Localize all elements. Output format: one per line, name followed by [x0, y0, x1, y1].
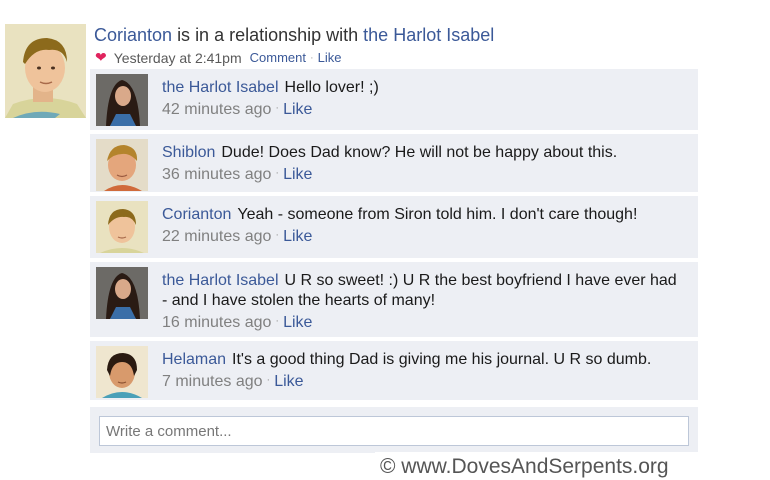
comment-item: Corianton Yeah - someone from Siron told …: [90, 196, 698, 259]
avatar-harlot-isabel[interactable]: [96, 267, 148, 319]
comment-author[interactable]: the Harlot Isabel: [162, 79, 279, 96]
avatar-harlot-isabel[interactable]: [96, 74, 148, 126]
comment-text: Yeah - someone from Siron told him. I do…: [237, 206, 638, 223]
comment-link[interactable]: Comment: [250, 50, 306, 65]
status-line: Corianton is in a relationship with the …: [94, 25, 694, 46]
comment-time: 36 minutes ago: [162, 166, 272, 183]
comment-list: the Harlot Isabel Hello lover! ;) 42 minu…: [90, 69, 698, 404]
separator-dot: ·: [275, 167, 280, 179]
write-comment-area: [90, 407, 698, 453]
status-text: is in a relationship with: [177, 25, 359, 45]
comment-time: 7 minutes ago: [162, 373, 263, 390]
post-meta: ❤ Yesterday at 2:41pm Comment · Like: [94, 49, 694, 66]
comment-like-link[interactable]: Like: [283, 228, 312, 245]
comment-time: 22 minutes ago: [162, 228, 272, 245]
comment-item: Shiblon Dude! Does Dad know? He will not …: [90, 134, 698, 193]
heart-icon: ❤: [95, 49, 107, 65]
partner-link[interactable]: the Harlot Isabel: [363, 25, 494, 45]
comment-input[interactable]: [99, 416, 689, 446]
separator-dot: ·: [275, 102, 280, 114]
profile-avatar-corianton[interactable]: [5, 24, 86, 118]
separator-dot: ·: [266, 374, 271, 386]
comment-time: 42 minutes ago: [162, 101, 272, 118]
separator-dot: ·: [310, 51, 314, 64]
watermark: © www.DovesAndSerpents.org: [375, 452, 698, 480]
comment-text: It's a good thing Dad is giving me his j…: [232, 351, 652, 368]
comment-author[interactable]: the Harlot Isabel: [162, 272, 279, 289]
comment-like-link[interactable]: Like: [283, 101, 312, 118]
post-header: Corianton is in a relationship with the …: [94, 25, 694, 66]
comment-text: Hello lover! ;): [284, 79, 379, 96]
like-link[interactable]: Like: [318, 50, 342, 65]
avatar-shiblon[interactable]: [96, 139, 148, 191]
comment-text: Dude! Does Dad know? He will not be happ…: [221, 144, 618, 161]
post-timestamp: Yesterday at 2:41pm: [113, 49, 242, 66]
comment-like-link[interactable]: Like: [283, 314, 312, 331]
comment-time: 16 minutes ago: [162, 314, 272, 331]
comment-item: Helaman It's a good thing Dad is giving m…: [90, 341, 698, 401]
separator-dot: ·: [275, 229, 280, 241]
watermark-text: © www.DovesAndSerpents.org: [380, 455, 669, 478]
author-link[interactable]: Corianton: [94, 25, 172, 45]
comment-item: the Harlot Isabel U R so sweet! :) U R th…: [90, 262, 698, 338]
comment-like-link[interactable]: Like: [274, 373, 303, 390]
comment-author[interactable]: Shiblon: [162, 144, 215, 161]
comment-author[interactable]: Corianton: [162, 206, 231, 223]
avatar-corianton[interactable]: [96, 201, 148, 253]
comment-item: the Harlot Isabel Hello lover! ;) 42 minu…: [90, 69, 698, 131]
separator-dot: ·: [275, 315, 280, 327]
comment-author[interactable]: Helaman: [162, 351, 226, 368]
avatar-helaman[interactable]: [96, 346, 148, 398]
comment-like-link[interactable]: Like: [283, 166, 312, 183]
